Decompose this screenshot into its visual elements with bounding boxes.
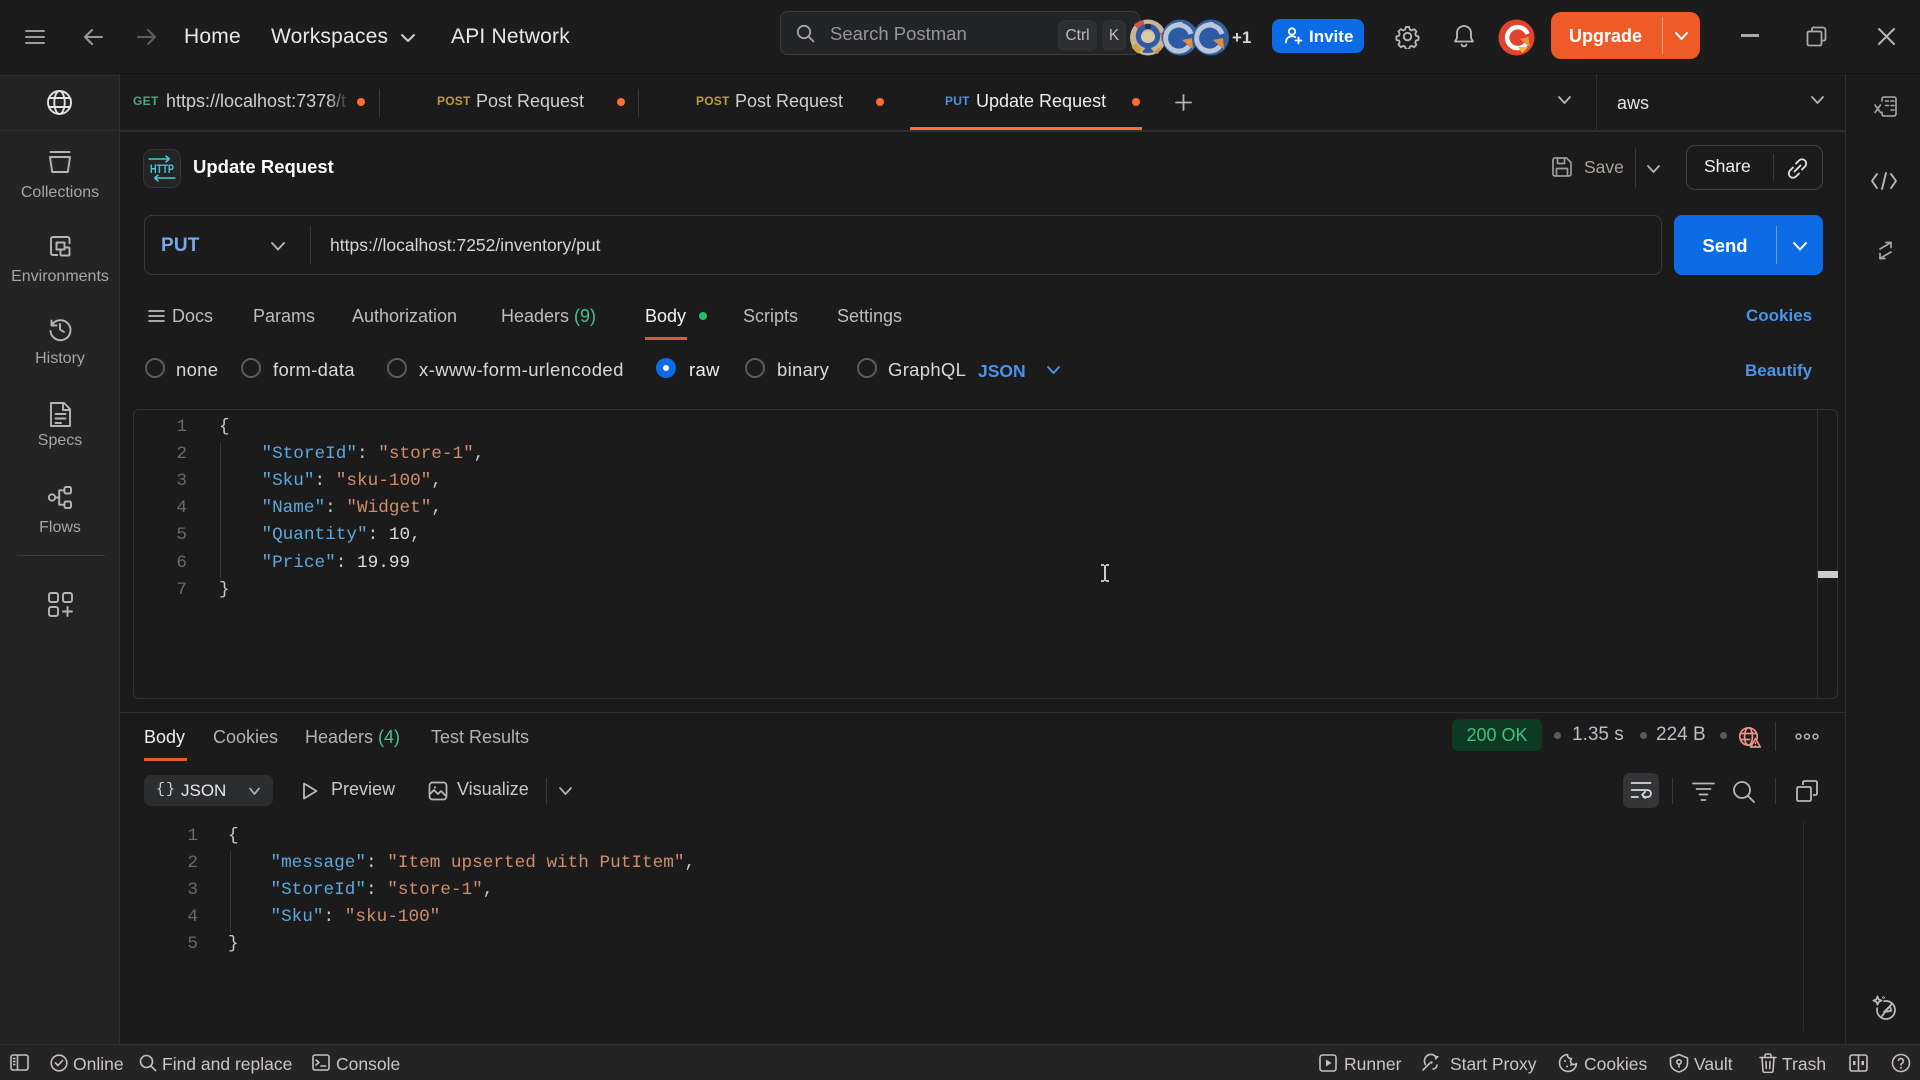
svg-text:HTTP: HTTP	[150, 164, 174, 176]
